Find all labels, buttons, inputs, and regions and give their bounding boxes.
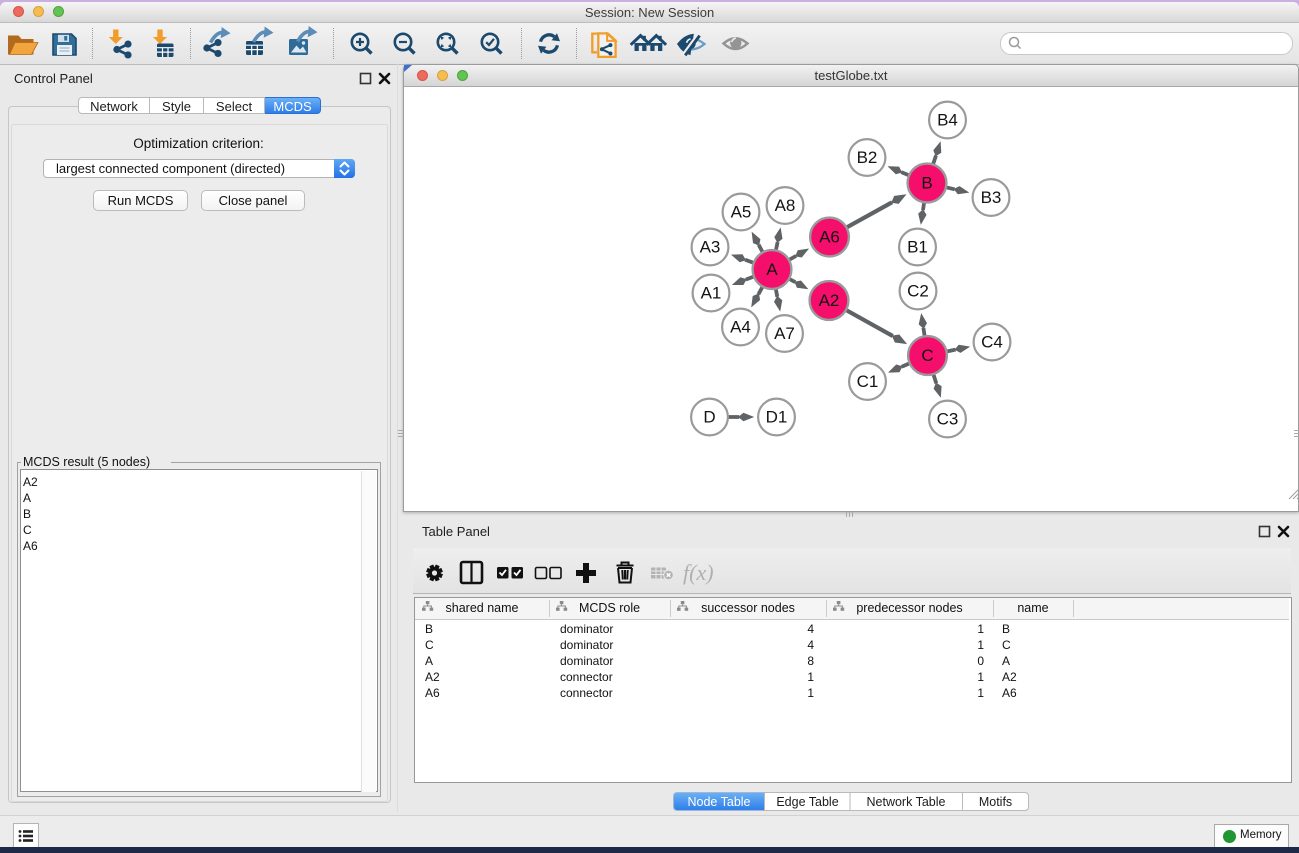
svg-text:Network Table: Network Table xyxy=(867,795,946,809)
svg-text:Node Table: Node Table xyxy=(687,795,750,809)
svg-text:f(x): f(x) xyxy=(683,560,714,585)
svg-text:Motifs: Motifs xyxy=(979,795,1012,809)
svg-text:Edge Table: Edge Table xyxy=(776,795,838,809)
